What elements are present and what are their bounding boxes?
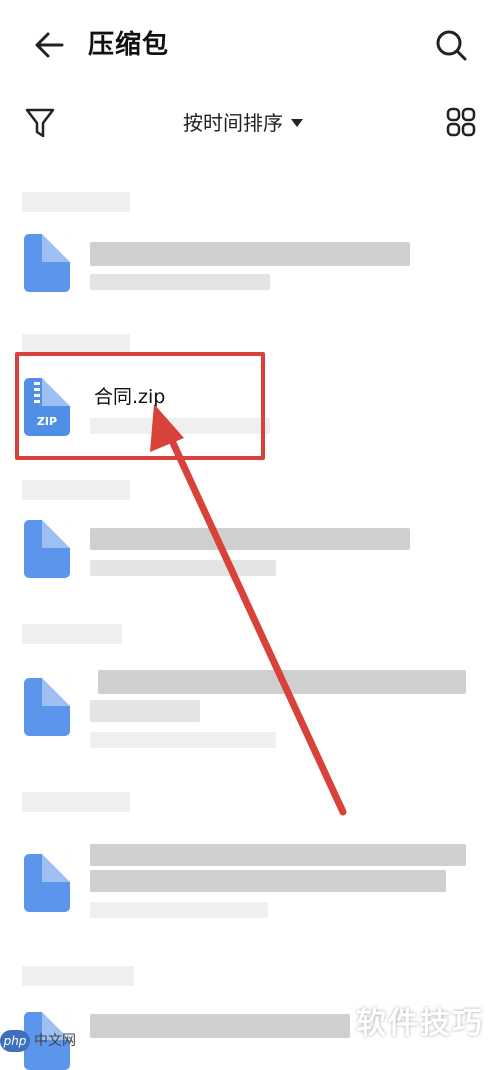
section-date-header	[22, 966, 134, 986]
brand-watermark: 软件技巧	[356, 1006, 484, 1041]
section-date-header	[22, 792, 130, 812]
file-meta-blurred	[90, 274, 270, 290]
file-icon	[24, 234, 70, 292]
file-name-blurred-line2	[90, 700, 200, 722]
file-name-blurred	[90, 242, 410, 266]
section-date-header	[22, 192, 130, 212]
file-icon	[24, 854, 70, 912]
list-toolbar: 按时间排序	[0, 100, 500, 146]
file-list-item[interactable]	[0, 230, 500, 300]
filter-icon[interactable]	[24, 106, 56, 140]
section-date-header	[22, 480, 130, 500]
caret-down-icon	[291, 119, 303, 127]
file-name-blurred-line2	[90, 870, 446, 892]
file-name-blurred	[90, 528, 410, 550]
file-list-item[interactable]	[0, 840, 500, 930]
sort-dropdown[interactable]: 按时间排序	[183, 108, 303, 138]
file-meta-blurred	[90, 560, 276, 576]
page-title: 压缩包	[88, 30, 170, 60]
back-arrow-icon[interactable]	[30, 28, 70, 62]
file-name-blurred	[90, 844, 466, 866]
search-icon[interactable]	[434, 28, 468, 62]
sort-label: 按时间排序	[183, 111, 283, 135]
php-watermark-badge: php	[0, 1030, 30, 1052]
top-app-bar: 压缩包	[0, 0, 500, 90]
file-icon	[24, 678, 70, 736]
file-meta-blurred	[90, 902, 268, 918]
section-date-header	[22, 624, 122, 644]
section-date-header	[22, 334, 130, 352]
file-list-item[interactable]	[0, 516, 500, 586]
file-meta-blurred	[90, 732, 276, 748]
file-icon	[24, 520, 70, 578]
file-name-blurred	[90, 1014, 350, 1038]
file-name-blurred	[98, 670, 466, 694]
highlight-box	[15, 352, 265, 460]
grid-view-icon[interactable]	[446, 107, 476, 137]
php-watermark-text: 中文网	[34, 1033, 76, 1049]
file-list-item[interactable]	[0, 660, 500, 756]
